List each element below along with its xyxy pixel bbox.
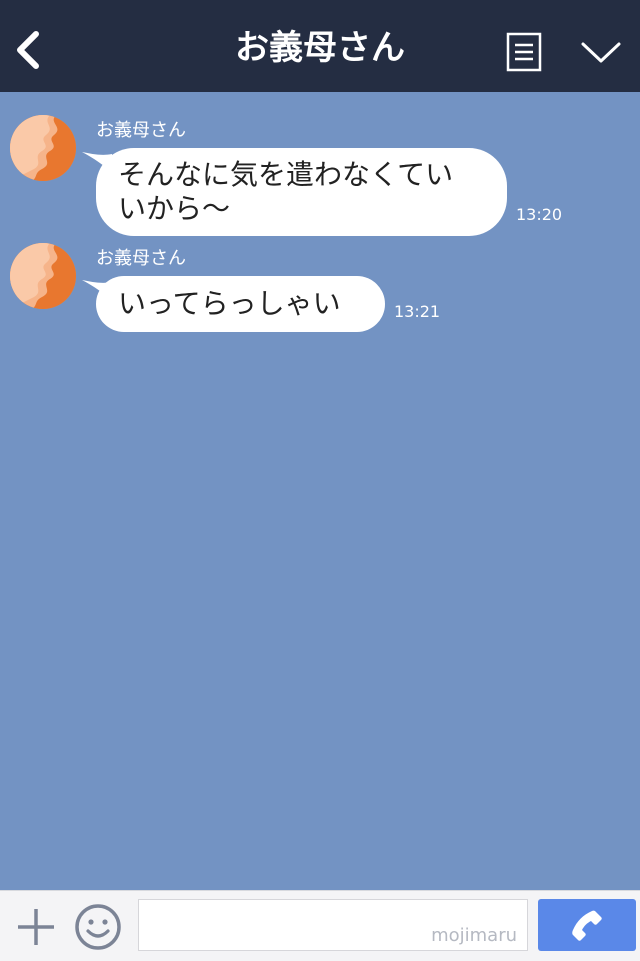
menu-button[interactable] [506, 32, 542, 72]
avatar-image [10, 115, 76, 181]
call-button[interactable] [538, 899, 636, 951]
message-time: 13:20 [516, 205, 563, 224]
message-line: いから〜 [118, 192, 231, 225]
smiley-icon [75, 904, 121, 950]
watermark-text: mojimaru [431, 925, 517, 946]
chevron-down-icon [581, 42, 621, 63]
composer-bar: mojimaru [0, 890, 640, 961]
phone-icon [572, 910, 602, 941]
message-time: 13:21 [394, 302, 441, 321]
message-bubble[interactable]: いってらっしゃい [96, 276, 385, 332]
message-input[interactable]: mojimaru [138, 899, 528, 951]
sender-name: お義母さん [96, 120, 186, 141]
add-button[interactable] [14, 905, 58, 949]
avatar[interactable] [10, 243, 76, 309]
header-bar: お義母さん [0, 0, 640, 92]
message-line: そんなに気を遣わなくてい [118, 158, 454, 191]
emoji-button[interactable] [74, 903, 122, 951]
sender-name: お義母さん [96, 248, 186, 269]
chat-title: お義母さん [235, 28, 405, 68]
message-line: いってらっしゃい [118, 287, 341, 320]
message-bubble[interactable]: そんなに気を遣わなくてい いから〜 [96, 148, 507, 236]
collapse-button[interactable] [580, 40, 622, 66]
plus-icon [18, 909, 54, 945]
avatar[interactable] [10, 115, 76, 181]
document-menu-icon [506, 32, 542, 72]
avatar-image [10, 243, 76, 309]
